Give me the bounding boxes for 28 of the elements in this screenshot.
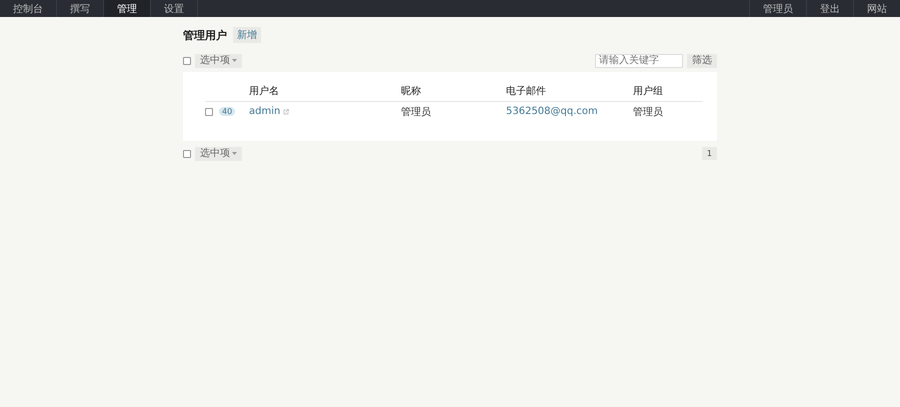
- email-link[interactable]: 5362508@qq.com: [506, 106, 633, 117]
- nav-link[interactable]: 网站: [853, 0, 900, 17]
- bulk-action-button[interactable]: 选中项: [195, 146, 242, 160]
- add-button[interactable]: 新增: [233, 27, 261, 43]
- column-header: 昵称: [401, 84, 422, 98]
- filter-button[interactable]: 筛选: [687, 54, 717, 68]
- external-link-icon[interactable]: [283, 108, 290, 114]
- nav-tab[interactable]: 控制台: [0, 0, 57, 17]
- table-cell-text: 管理员: [401, 106, 432, 118]
- nav-tab[interactable]: 管理: [104, 0, 151, 17]
- nav-link[interactable]: 管理员: [749, 0, 806, 17]
- checkbox[interactable]: [183, 150, 191, 158]
- nav-tab[interactable]: 设置: [151, 0, 198, 17]
- caret-icon: [232, 152, 237, 155]
- checkbox[interactable]: [183, 56, 191, 64]
- row-checkbox[interactable]: [205, 108, 213, 116]
- column-header: 电子邮件: [506, 84, 547, 98]
- bulk-action-button[interactable]: 选中项: [195, 54, 242, 68]
- table-cell-text: 管理员: [633, 106, 664, 118]
- username-link[interactable]: admin: [249, 106, 280, 117]
- post-count-badge[interactable]: 40: [219, 107, 236, 116]
- page-number[interactable]: 1: [702, 147, 717, 160]
- column-header: 用户组: [633, 84, 664, 98]
- column-header: 用户名: [249, 84, 280, 98]
- nav-link[interactable]: 登出: [806, 0, 853, 17]
- caret-icon: [232, 59, 237, 62]
- page-title: 管理用户: [183, 28, 227, 42]
- search-field[interactable]: 请输入关键字: [595, 54, 683, 68]
